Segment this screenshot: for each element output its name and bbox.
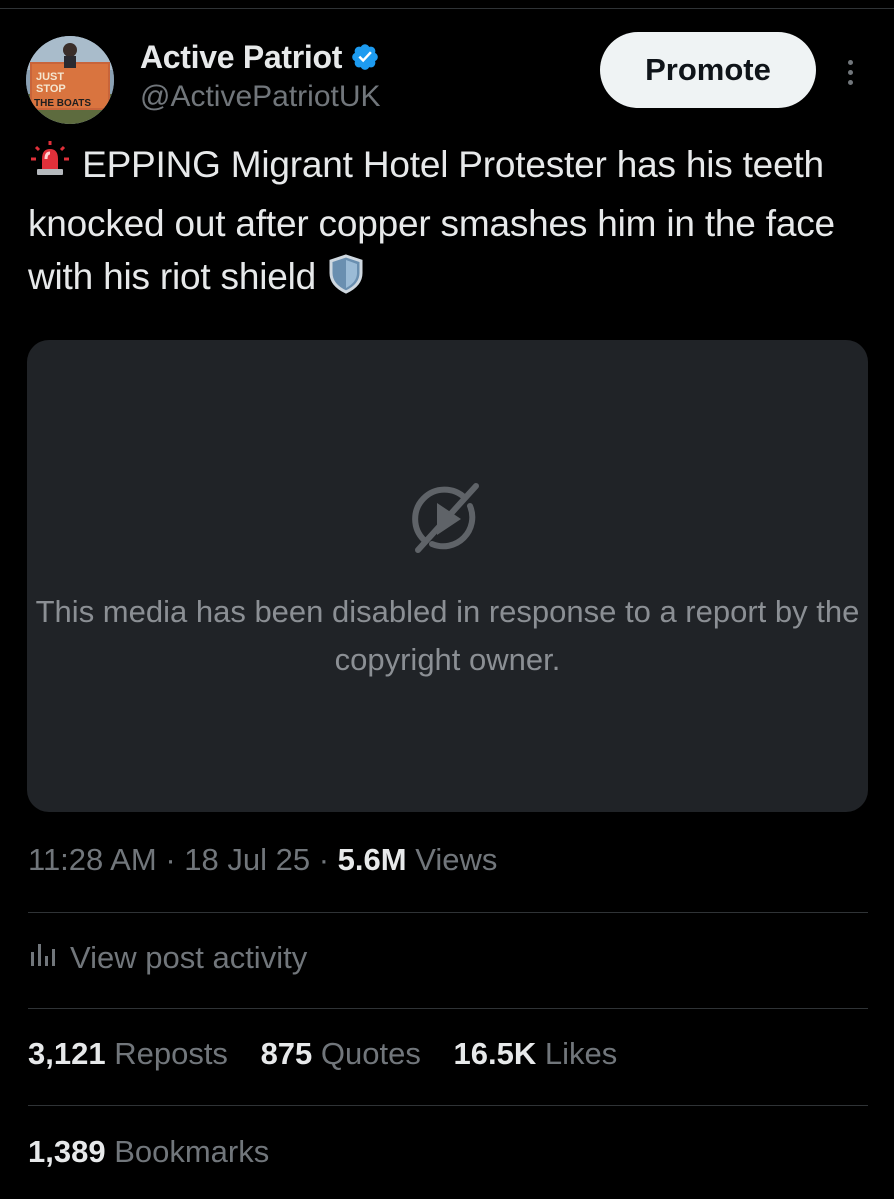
likes-label: Likes: [544, 1036, 618, 1071]
post-header: JUST STOP THE BOATS Active Patriot @Acti…: [26, 32, 868, 124]
view-post-activity-label: View post activity: [70, 940, 308, 975]
display-name-row: Active Patriot: [140, 36, 381, 78]
reposts-count: 3,121: [28, 1036, 106, 1071]
police-light-icon: [28, 139, 72, 197]
likes-stat[interactable]: 16.5K Likes: [454, 1036, 618, 1071]
quotes-count: 875: [260, 1036, 313, 1071]
post-stats: 3,121 Reposts 875 Quotes 16.5K Likes: [28, 1036, 641, 1072]
analytics-icon: [28, 940, 70, 976]
meta-separator: ·: [318, 842, 330, 877]
shield-icon: [326, 253, 366, 309]
quotes-label: Quotes: [320, 1036, 421, 1071]
views-count: 5.6M: [337, 842, 407, 877]
view-post-activity-link[interactable]: View post activity: [28, 940, 307, 976]
avatar[interactable]: JUST STOP THE BOATS: [26, 36, 114, 124]
divider: [28, 912, 868, 913]
divider: [28, 1105, 868, 1106]
quotes-stat[interactable]: 875 Quotes: [261, 1036, 421, 1071]
post-text-body: EPPING Migrant Hotel Protester has his t…: [28, 144, 835, 297]
bookmarks-label: Bookmarks: [114, 1134, 270, 1169]
display-name[interactable]: Active Patriot: [140, 39, 342, 76]
svg-text:THE BOATS: THE BOATS: [34, 98, 91, 109]
media-container[interactable]: [27, 340, 868, 812]
top-divider: [0, 0, 894, 9]
promote-button[interactable]: Promote: [600, 32, 816, 108]
author-names: Active Patriot @ActivePatriotUK: [140, 36, 381, 114]
post-meta: 11:28 AM · 18 Jul 25 · 5.6M Views: [28, 842, 497, 878]
reposts-label: Reposts: [114, 1036, 228, 1071]
divider: [28, 1008, 868, 1009]
meta-separator: ·: [165, 842, 176, 877]
reposts-stat[interactable]: 3,121 Reposts: [28, 1036, 228, 1071]
post-text: EPPING Migrant Hotel Protester has his t…: [28, 138, 858, 309]
media-disabled-message: This media has been disabled in response…: [35, 594, 860, 677]
avatar-sign-text: JUST: [36, 71, 64, 83]
verified-badge-icon[interactable]: [350, 42, 380, 72]
post-date[interactable]: 18 Jul 25: [184, 842, 310, 877]
bookmarks-count: 1,389: [28, 1134, 106, 1169]
svg-text:STOP: STOP: [36, 83, 66, 95]
post-time[interactable]: 11:28 AM: [28, 842, 157, 877]
bookmarks-stat[interactable]: 1,389 Bookmarks: [28, 1134, 269, 1170]
views-label: Views: [415, 842, 498, 877]
author-handle[interactable]: @ActivePatriotUK: [140, 80, 381, 114]
likes-count: 16.5K: [453, 1036, 537, 1071]
video-disabled-icon: [404, 478, 486, 560]
more-options-icon[interactable]: [834, 52, 866, 92]
